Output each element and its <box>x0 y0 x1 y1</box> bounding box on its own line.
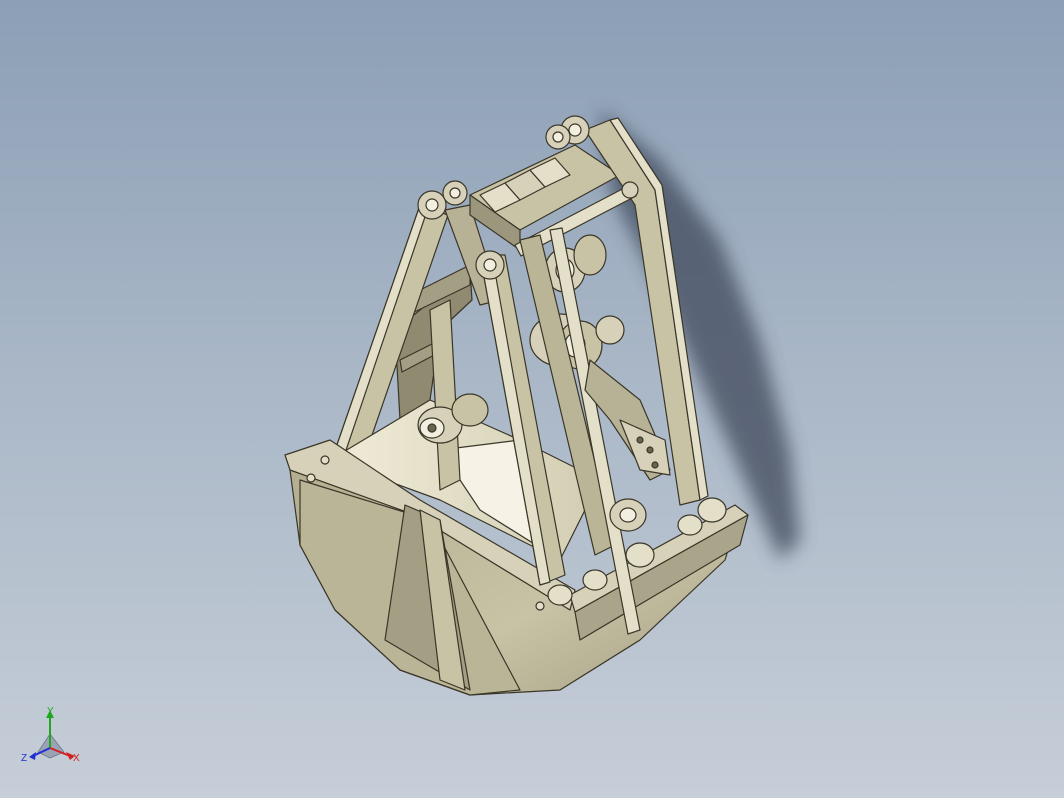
model-render[interactable]: Y X Z <box>0 0 1064 798</box>
cad-graphics-area[interactable]: Y X Z <box>0 0 1064 798</box>
lower-sheave <box>609 498 647 532</box>
triad-z-label: Z <box>21 753 27 764</box>
triad-y-label: Y <box>47 706 54 717</box>
triad-x-label: X <box>73 753 80 764</box>
view-orientation-triad[interactable]: Y X Z <box>21 706 80 764</box>
